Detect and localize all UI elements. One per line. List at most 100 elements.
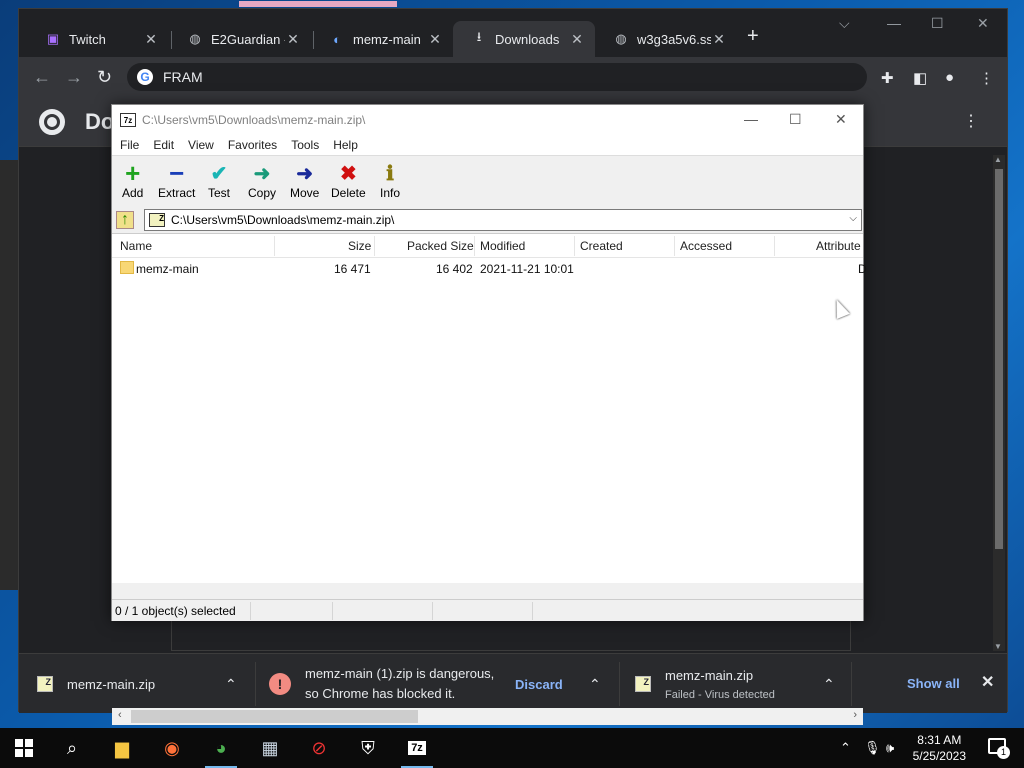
download-item-dangerous[interactable]: ! memz-main (1).zip is dangerous, so Chr… xyxy=(269,654,609,714)
add-button[interactable]: + Add xyxy=(122,157,144,201)
danger-line-2: so Chrome has blocked it. xyxy=(305,686,456,701)
close-tab-icon[interactable]: ✕ xyxy=(143,31,159,48)
tab-strip: ▣ Twitch ✕ ◍ E2Guardian - A ✕ ◐ memz-mai… xyxy=(19,9,1007,57)
control-panel-icon[interactable]: ▦ xyxy=(246,728,294,768)
menu-help[interactable]: Help xyxy=(333,138,358,152)
app-icon[interactable]: ⊘ xyxy=(295,728,343,768)
reload-icon[interactable]: ↻ xyxy=(97,67,112,88)
column-divider[interactable] xyxy=(474,236,475,256)
chevron-up-icon[interactable]: ⌃ xyxy=(840,740,851,756)
clock-time: 8:31 AM xyxy=(917,733,962,747)
menu-dots-icon[interactable]: ⋮ xyxy=(979,69,994,87)
shield-icon[interactable]: ⛨ xyxy=(344,728,392,768)
tab-memz-main[interactable]: ◐ memz-main ✕ xyxy=(311,21,453,57)
scroll-left-icon[interactable]: ‹ xyxy=(118,709,122,721)
delete-button[interactable]: ✖ Delete xyxy=(331,160,366,201)
back-arrow-icon[interactable]: ← xyxy=(33,67,51,88)
forward-arrow-icon[interactable]: → xyxy=(65,67,83,88)
menu-tools[interactable]: Tools xyxy=(291,138,319,152)
microphone-icon[interactable]: 🎙 xyxy=(864,740,881,756)
zip-file-icon xyxy=(37,676,53,692)
tab-label: E2Guardian - A xyxy=(211,31,285,47)
horizontal-scrollbar[interactable]: ‹ › xyxy=(112,708,863,725)
menu-file[interactable]: File xyxy=(120,138,139,152)
close-tab-icon[interactable]: ✕ xyxy=(711,31,727,48)
close-tab-icon[interactable]: ✕ xyxy=(285,31,301,48)
col-attributes[interactable]: Attribute xyxy=(816,239,861,253)
close-window-button[interactable]: ✕ xyxy=(977,15,989,32)
background-window xyxy=(0,160,20,590)
file-explorer-icon[interactable]: ▆ xyxy=(98,728,146,768)
download-name: memz-main.zip xyxy=(665,667,754,683)
column-divider[interactable] xyxy=(574,236,575,256)
col-name[interactable]: Name xyxy=(120,239,152,253)
close-shelf-icon[interactable]: ✕ xyxy=(981,672,994,692)
scroll-right-icon[interactable]: › xyxy=(853,709,857,721)
minimize-button[interactable]: — xyxy=(744,111,758,127)
search-icon[interactable]: ⌕ xyxy=(48,728,96,768)
menu-edit[interactable]: Edit xyxy=(153,138,174,152)
close-window-button[interactable]: ✕ xyxy=(835,111,847,128)
show-all-button[interactable]: Show all xyxy=(907,676,960,691)
maximize-button[interactable]: ☐ xyxy=(789,111,802,128)
scrollbar-thumb[interactable] xyxy=(995,169,1003,549)
volume-icon[interactable]: 🕪 xyxy=(886,740,894,756)
add-icon: + xyxy=(125,157,141,188)
side-panel-icon[interactable]: ◧ xyxy=(913,69,927,87)
scroll-down-icon[interactable]: ▼ xyxy=(994,642,1002,651)
address-bar[interactable]: G FRAM xyxy=(127,63,867,91)
page-menu-icon[interactable]: ⋮ xyxy=(963,111,979,131)
chevron-up-icon[interactable]: ⌃ xyxy=(823,676,835,693)
column-divider[interactable] xyxy=(674,236,675,256)
close-tab-icon[interactable]: ✕ xyxy=(569,31,585,48)
profile-icon[interactable]: ● xyxy=(945,69,954,86)
col-modified[interactable]: Modified xyxy=(480,239,525,253)
firefox-icon[interactable]: ◉ xyxy=(148,728,196,768)
move-button[interactable]: ➜ Move xyxy=(290,160,319,201)
folder-up-icon[interactable]: ↑ xyxy=(116,211,134,229)
add-label: Add xyxy=(122,186,144,200)
scrollbar-thumb[interactable] xyxy=(131,710,418,723)
table-row[interactable]: memz-main 16 471 16 402 2021-11-21 10:01… xyxy=(112,260,867,278)
tab-twitch[interactable]: ▣ Twitch ✕ xyxy=(27,21,169,57)
column-divider[interactable] xyxy=(774,236,775,256)
close-tab-icon[interactable]: ✕ xyxy=(427,31,443,48)
menu-favorites[interactable]: Favorites xyxy=(228,138,277,152)
chevron-up-icon[interactable]: ⌃ xyxy=(225,676,237,693)
7zip-path-input[interactable]: Z C:\Users\vm5\Downloads\memz-main.zip\ … xyxy=(144,209,862,231)
copy-button[interactable]: ➜ Copy xyxy=(248,160,276,201)
column-divider[interactable] xyxy=(274,236,275,256)
col-packed-size[interactable]: Packed Size xyxy=(407,239,474,253)
col-created[interactable]: Created xyxy=(580,239,623,253)
chevron-up-icon[interactable]: ⌃ xyxy=(589,676,601,693)
tab-w3g3a5v6[interactable]: ◍ w3g3a5v6.ssl.h ✕ xyxy=(595,21,737,57)
page-scrollbar[interactable]: ▲ ▼ xyxy=(993,155,1005,651)
tab-search-icon[interactable]: ⌵ xyxy=(839,15,850,32)
discard-button[interactable]: Discard xyxy=(515,677,563,692)
download-item[interactable]: memz-main.zip ⌃ xyxy=(37,654,257,714)
maximize-button[interactable]: ☐ xyxy=(931,15,944,32)
extensions-icon[interactable]: ✚ xyxy=(881,69,894,87)
scroll-up-icon[interactable]: ▲ xyxy=(994,155,1002,164)
taskbar: ⌕ ▆ ◉ ◕ ▦ ⊘ ⛨ 7z ⌃ 🎙 🕪 8:31 AM 5/25/2023… xyxy=(0,728,1024,768)
chrome-taskbar-icon[interactable]: ◕ xyxy=(197,728,245,768)
menu-view[interactable]: View xyxy=(188,138,214,152)
download-item-failed[interactable]: memz-main.zip Failed - Virus detected ⌃ xyxy=(635,654,855,714)
start-button[interactable] xyxy=(0,728,48,768)
col-accessed[interactable]: Accessed xyxy=(680,239,732,253)
new-tab-button[interactable]: + xyxy=(747,25,759,48)
delete-label: Delete xyxy=(331,186,366,200)
info-button[interactable]: ℹ Info xyxy=(380,160,400,201)
7zip-taskbar-icon[interactable]: 7z xyxy=(393,728,441,768)
tab-downloads[interactable]: ⭳ Downloads ✕ xyxy=(453,21,595,57)
minimize-button[interactable]: — xyxy=(887,15,901,31)
7zip-titlebar[interactable]: 7z C:\Users\vm5\Downloads\memz-main.zip\… xyxy=(112,105,863,135)
col-size[interactable]: Size xyxy=(348,239,371,253)
tab-e2guardian[interactable]: ◍ E2Guardian - A ✕ xyxy=(169,21,311,57)
chevron-down-icon[interactable]: ⌵ xyxy=(849,213,857,224)
clock[interactable]: 8:31 AM 5/25/2023 xyxy=(913,732,966,764)
status-divider xyxy=(432,602,433,620)
column-divider[interactable] xyxy=(374,236,375,256)
extract-button[interactable]: − Extract xyxy=(158,158,195,201)
test-button[interactable]: ✔ Test xyxy=(208,160,230,201)
